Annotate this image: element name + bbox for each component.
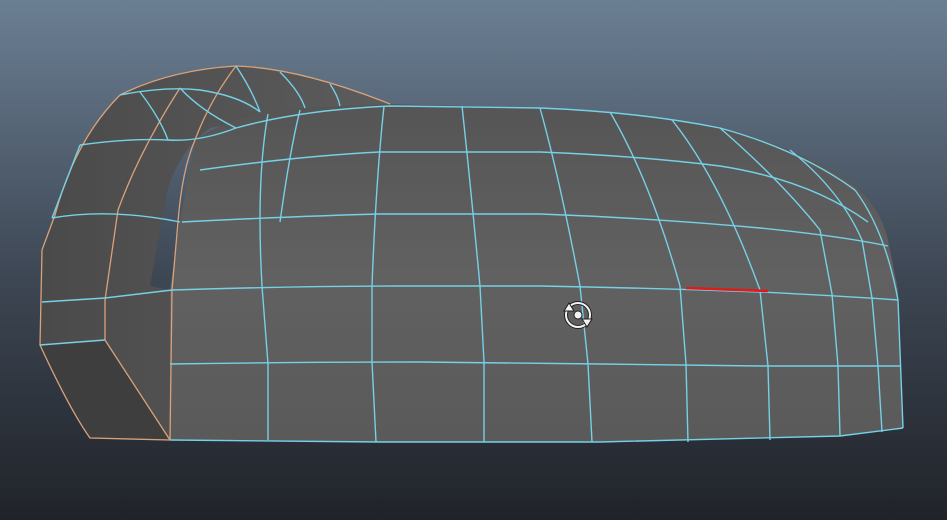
3d-viewport[interactable] — [0, 0, 947, 520]
viewport-scene[interactable] — [0, 0, 947, 520]
